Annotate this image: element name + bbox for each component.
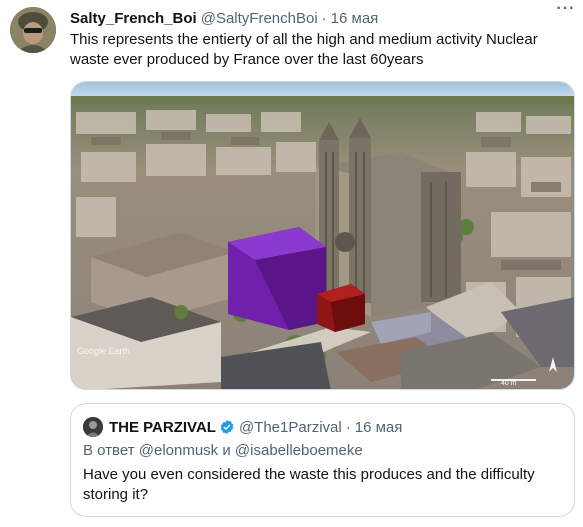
tweet-text: This represents the entierty of all the … xyxy=(70,31,538,68)
scale-label: 40 m xyxy=(501,380,517,387)
author-avatar[interactable] xyxy=(10,7,56,53)
tweet-media-image[interactable]: Google Earth 40 m xyxy=(70,81,575,390)
quote-separator-dot: · xyxy=(345,418,351,436)
google-earth-watermark: Google Earth xyxy=(77,346,130,356)
quote-date[interactable]: 16 мая xyxy=(355,419,403,436)
tweet-header: Salty_French_Boi @SaltyFrenchBoi · 16 ма… xyxy=(70,8,570,28)
person-avatar-icon xyxy=(83,417,103,437)
quote-author-handle[interactable]: @The1Parzival xyxy=(239,419,342,436)
quote-author-avatar[interactable] xyxy=(83,417,103,437)
tweet-date[interactable]: 16 мая xyxy=(331,10,379,27)
more-options-icon[interactable]: ··· xyxy=(555,0,577,20)
separator-dot: · xyxy=(321,9,327,27)
replying-to-line: В ответ @elonmusk и @isabelleboemeke xyxy=(83,442,363,459)
author-handle[interactable]: @SaltyFrenchBoi xyxy=(201,10,318,27)
quote-header: THE PARZIVAL @The1Parzival · 16 мая xyxy=(109,417,402,437)
quote-author-name[interactable]: THE PARZIVAL xyxy=(109,419,216,436)
soldier-avatar-icon xyxy=(10,7,56,53)
author-name[interactable]: Salty_French_Boi xyxy=(70,10,197,27)
reply-prefix: В ответ xyxy=(83,442,135,459)
reply-conjunction: и xyxy=(222,442,231,459)
mention-elonmusk[interactable]: @elonmusk xyxy=(139,442,218,459)
quoted-tweet[interactable]: THE PARZIVAL @The1Parzival · 16 мая В от… xyxy=(70,403,575,517)
mention-isabelleboemeke[interactable]: @isabelleboemeke xyxy=(235,442,363,459)
verified-badge-icon xyxy=(220,420,234,434)
quote-text: Have you even considered the waste this … xyxy=(83,466,535,503)
